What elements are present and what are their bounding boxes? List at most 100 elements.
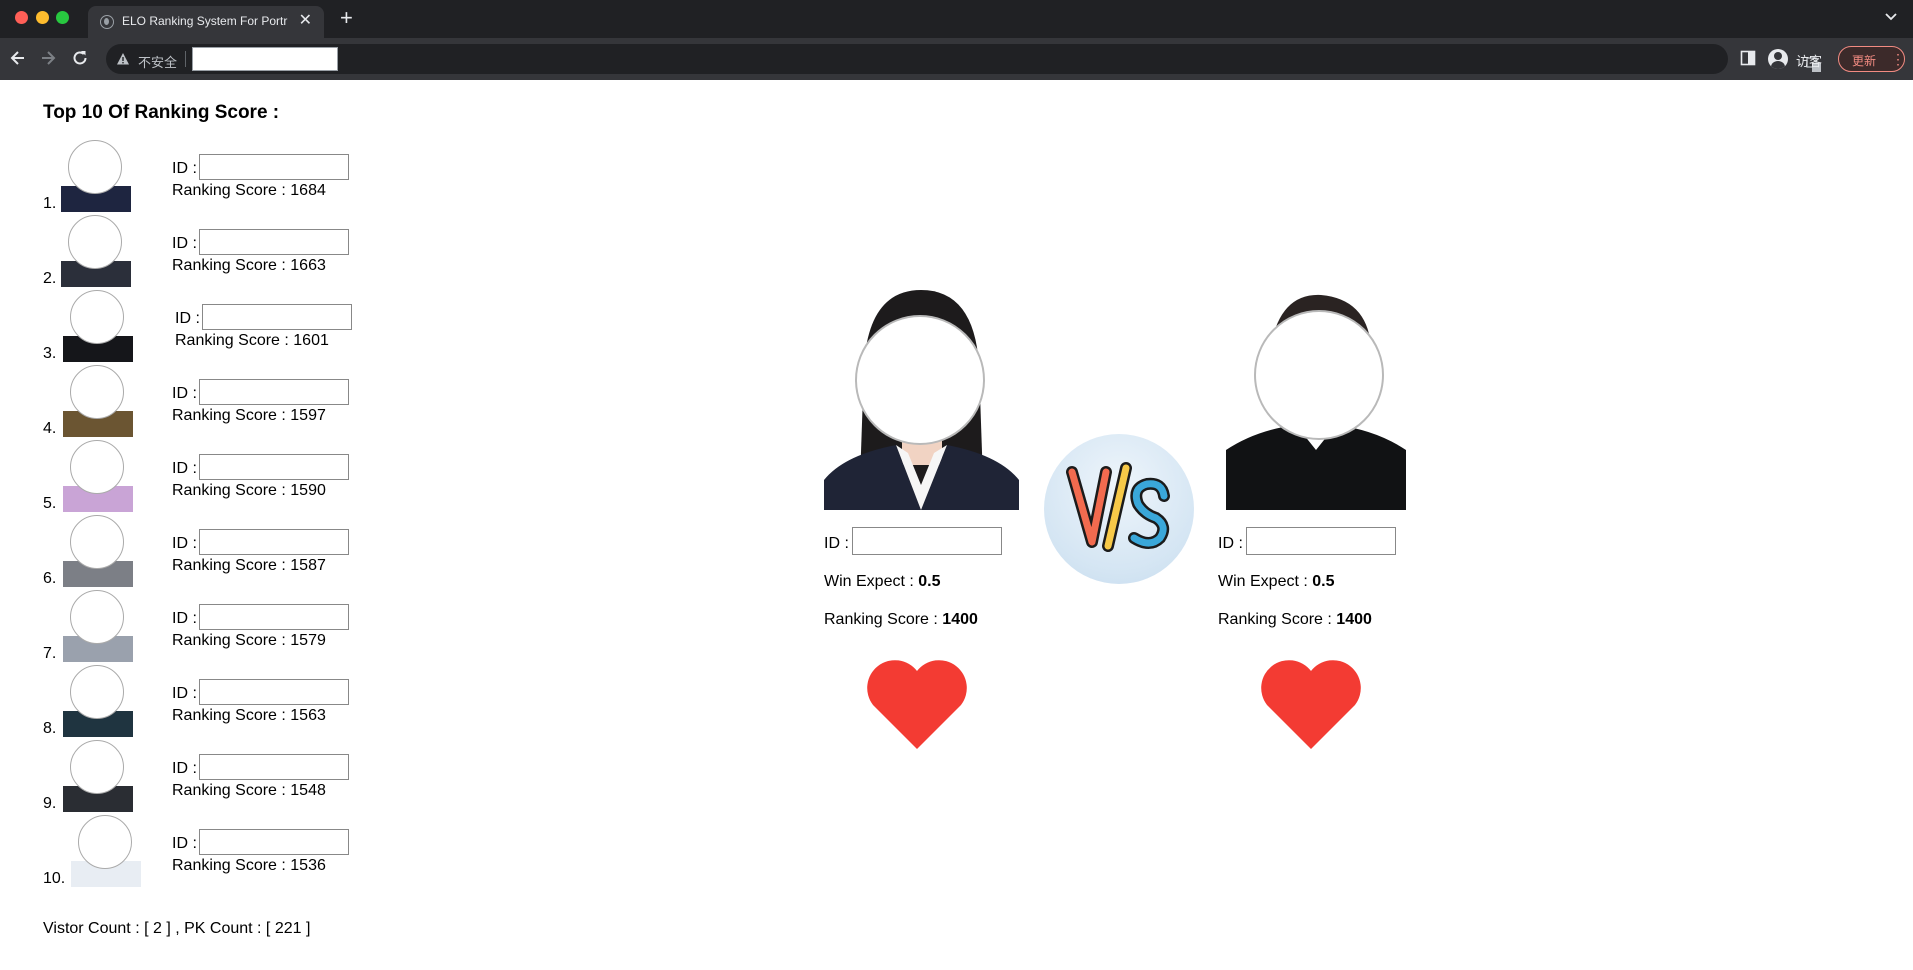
rank-score: Ranking Score : 1579 [172, 632, 326, 649]
tab-title: ELO Ranking System For Portr [122, 14, 288, 28]
ranking-item: 10. ID : Ranking Score : 1536 [43, 813, 363, 888]
rank-number: 9. [43, 795, 57, 812]
url-divider [185, 51, 186, 67]
profile-button[interactable]: 访客 [1762, 44, 1834, 74]
rank-number: 1. [43, 195, 57, 212]
ranking-item: 3. ID : Ranking Score : 1601 [43, 288, 363, 363]
ranking-photo[interactable] [61, 215, 131, 287]
vote-heart-left[interactable] [865, 658, 969, 750]
rank-score: Ranking Score : 1587 [172, 557, 326, 574]
rank-id-field[interactable] [202, 304, 352, 330]
rank-score: Ranking Score : 1684 [172, 182, 326, 199]
browser-tab-bar: ELO Ranking System For Portr ✕ + [0, 0, 1913, 38]
rank-id-field[interactable] [199, 154, 349, 180]
ranking-photo[interactable] [71, 815, 141, 887]
face-mask [68, 140, 122, 194]
rank-number: 8. [43, 720, 57, 737]
globe-icon [100, 15, 114, 29]
rank-id-label: ID : [172, 460, 197, 477]
tab-close-button[interactable]: ✕ [299, 12, 312, 30]
ranking-photo[interactable] [63, 665, 133, 737]
chevron-down-icon[interactable] [1885, 10, 1897, 22]
vs-icon [1066, 462, 1170, 552]
browser-toolbar: 不安全 访客 更新 ⋮ [0, 38, 1913, 80]
contestant-photo[interactable] [1226, 285, 1406, 510]
visitor-stats: Vistor Count : [ 2 ] , PK Count : [ 221 … [43, 920, 311, 937]
contestant-id-field[interactable] [1246, 527, 1396, 555]
heart-icon [1261, 660, 1361, 749]
ranking-photo[interactable] [63, 365, 133, 437]
security-status-label[interactable]: 不安全 [138, 52, 177, 71]
url-field[interactable] [192, 47, 338, 71]
rank-id-field[interactable] [199, 454, 349, 480]
browser-tab[interactable]: ELO Ranking System For Portr ✕ [88, 6, 324, 38]
contestant-score: Ranking Score : 1400 [1218, 611, 1372, 629]
rank-id-field[interactable] [199, 754, 349, 780]
rank-number: 2. [43, 270, 57, 287]
address-bar[interactable]: 不安全 [106, 44, 1821, 74]
rank-id-label: ID : [172, 235, 197, 252]
win-expect-value: 0.5 [1312, 573, 1335, 590]
face-mask [70, 590, 124, 644]
close-window-button[interactable] [15, 11, 28, 24]
win-expect-value: 0.5 [918, 573, 941, 590]
ranking-photo[interactable] [63, 590, 133, 662]
new-tab-button[interactable]: + [340, 6, 353, 30]
rank-id-label: ID : [172, 535, 197, 552]
vote-heart-right[interactable] [1259, 658, 1363, 750]
page-content: Top 10 Of Ranking Score : 1. ID : Ranking … [0, 80, 1913, 970]
rank-id-label: ID : [175, 310, 200, 327]
ranking-photo[interactable] [63, 440, 133, 512]
rank-id-label: ID : [172, 760, 197, 777]
rank-score: Ranking Score : 1597 [172, 407, 326, 424]
rank-number: 3. [43, 345, 57, 362]
vs-badge [1044, 434, 1194, 584]
rank-id-field[interactable] [199, 679, 349, 705]
page-title: Top 10 Of Ranking Score : [43, 102, 280, 123]
rank-id-label: ID : [172, 610, 197, 627]
score-value: 1400 [1336, 611, 1372, 628]
contestant-id-field[interactable] [852, 527, 1002, 555]
ranking-photo[interactable] [61, 140, 131, 212]
win-expect-label: Win Expect : [1218, 573, 1308, 590]
side-panel-icon[interactable] [1740, 50, 1756, 66]
maximize-window-button[interactable] [56, 11, 69, 24]
rank-number: 5. [43, 495, 57, 512]
ranking-item: 7. ID : Ranking Score : 1579 [43, 588, 363, 663]
rank-id-field[interactable] [199, 604, 349, 630]
face-mask [68, 215, 122, 269]
heart-icon [867, 660, 967, 749]
minimize-window-button[interactable] [36, 11, 49, 24]
score-label: Ranking Score : [824, 611, 938, 628]
rank-score: Ranking Score : 1563 [172, 707, 326, 724]
rank-number: 10. [43, 870, 66, 887]
contestant-id-label: ID : [1218, 535, 1243, 552]
ranking-photo[interactable] [63, 290, 133, 362]
rank-id-label: ID : [172, 160, 197, 177]
update-button[interactable]: 更新 ⋮ [1838, 46, 1905, 72]
contestant-right: ID : Win Expect : 0.5 Ranking Score : 14… [1218, 285, 1458, 749]
rank-id-label: ID : [172, 835, 197, 852]
profile-label: 访客 [1796, 54, 1823, 69]
rank-id-field[interactable] [199, 229, 349, 255]
ranking-photo[interactable] [63, 515, 133, 587]
forward-icon[interactable] [38, 48, 58, 68]
win-expect-label: Win Expect : [824, 573, 914, 590]
reload-icon[interactable] [70, 48, 90, 68]
contestant-score: Ranking Score : 1400 [824, 611, 978, 629]
win-expect: Win Expect : 0.5 [1218, 573, 1335, 591]
ranking-photo[interactable] [63, 740, 133, 812]
back-icon[interactable] [8, 48, 28, 68]
rank-score: Ranking Score : 1663 [172, 257, 326, 274]
rank-number: 4. [43, 420, 57, 437]
face-mask [78, 815, 132, 869]
rank-id-field[interactable] [199, 379, 349, 405]
contestant-photo[interactable] [824, 285, 1019, 510]
ranking-item: 5. ID : Ranking Score : 1590 [43, 438, 363, 513]
rank-score: Ranking Score : 1590 [172, 482, 326, 499]
face-mask [70, 665, 124, 719]
rank-id-field[interactable] [199, 829, 349, 855]
ranking-item: 6. ID : Ranking Score : 1587 [43, 513, 363, 588]
rank-id-field[interactable] [199, 529, 349, 555]
face-mask [70, 365, 124, 419]
